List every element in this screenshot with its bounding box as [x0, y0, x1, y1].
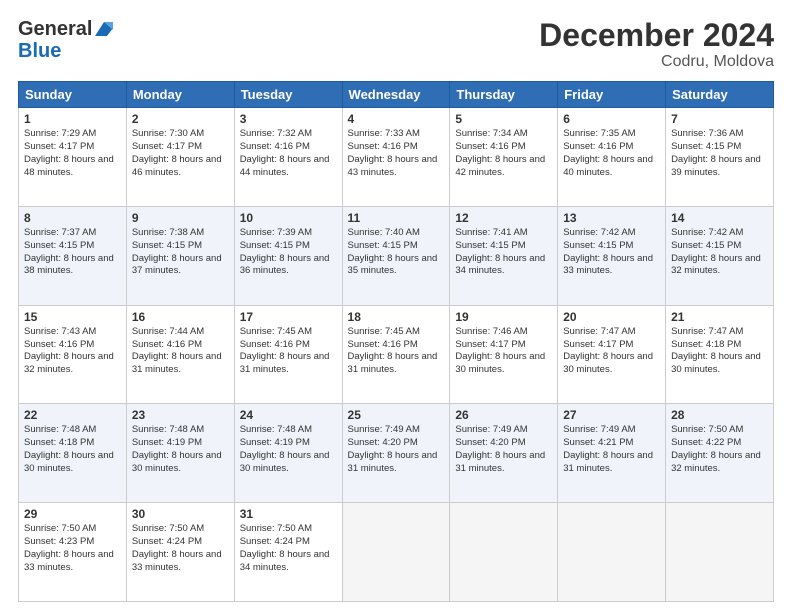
day-1: 1 Sunrise: 7:29 AMSunset: 4:17 PMDayligh…	[19, 108, 127, 207]
empty-cell-4	[666, 503, 774, 602]
logo-icon	[93, 20, 115, 38]
page-subtitle: Codru, Moldova	[539, 53, 774, 71]
day-21: 21 Sunrise: 7:47 AMSunset: 4:18 PMDaylig…	[666, 305, 774, 404]
header-saturday: Saturday	[666, 82, 774, 108]
day-8: 8 Sunrise: 7:37 AMSunset: 4:15 PMDayligh…	[19, 206, 127, 305]
day-9: 9 Sunrise: 7:38 AMSunset: 4:15 PMDayligh…	[126, 206, 234, 305]
day-5: 5 Sunrise: 7:34 AMSunset: 4:16 PMDayligh…	[450, 108, 558, 207]
calendar-week-5: 29 Sunrise: 7:50 AMSunset: 4:23 PMDaylig…	[19, 503, 774, 602]
logo-text: General	[18, 18, 115, 40]
logo: General Blue	[18, 18, 115, 62]
header: General Blue December 2024 Codru, Moldov…	[18, 18, 774, 71]
calendar-header-row: Sunday Monday Tuesday Wednesday Thursday…	[19, 82, 774, 108]
day-25: 25 Sunrise: 7:49 AMSunset: 4:20 PMDaylig…	[342, 404, 450, 503]
logo-blue-text: Blue	[18, 40, 61, 62]
calendar-week-2: 8 Sunrise: 7:37 AMSunset: 4:15 PMDayligh…	[19, 206, 774, 305]
day-28: 28 Sunrise: 7:50 AMSunset: 4:22 PMDaylig…	[666, 404, 774, 503]
day-18: 18 Sunrise: 7:45 AMSunset: 4:16 PMDaylig…	[342, 305, 450, 404]
day-20: 20 Sunrise: 7:47 AMSunset: 4:17 PMDaylig…	[558, 305, 666, 404]
calendar-table: Sunday Monday Tuesday Wednesday Thursday…	[18, 81, 774, 602]
calendar-week-4: 22 Sunrise: 7:48 AMSunset: 4:18 PMDaylig…	[19, 404, 774, 503]
header-sunday: Sunday	[19, 82, 127, 108]
day-30: 30 Sunrise: 7:50 AMSunset: 4:24 PMDaylig…	[126, 503, 234, 602]
day-6: 6 Sunrise: 7:35 AMSunset: 4:16 PMDayligh…	[558, 108, 666, 207]
day-19: 19 Sunrise: 7:46 AMSunset: 4:17 PMDaylig…	[450, 305, 558, 404]
day-26: 26 Sunrise: 7:49 AMSunset: 4:20 PMDaylig…	[450, 404, 558, 503]
day-10: 10 Sunrise: 7:39 AMSunset: 4:15 PMDaylig…	[234, 206, 342, 305]
day-13: 13 Sunrise: 7:42 AMSunset: 4:15 PMDaylig…	[558, 206, 666, 305]
empty-cell-2	[450, 503, 558, 602]
day-31: 31 Sunrise: 7:50 AMSunset: 4:24 PMDaylig…	[234, 503, 342, 602]
day-22: 22 Sunrise: 7:48 AMSunset: 4:18 PMDaylig…	[19, 404, 127, 503]
calendar-week-1: 1 Sunrise: 7:29 AMSunset: 4:17 PMDayligh…	[19, 108, 774, 207]
day-7: 7 Sunrise: 7:36 AMSunset: 4:15 PMDayligh…	[666, 108, 774, 207]
header-wednesday: Wednesday	[342, 82, 450, 108]
day-29: 29 Sunrise: 7:50 AMSunset: 4:23 PMDaylig…	[19, 503, 127, 602]
day-16: 16 Sunrise: 7:44 AMSunset: 4:16 PMDaylig…	[126, 305, 234, 404]
header-tuesday: Tuesday	[234, 82, 342, 108]
header-friday: Friday	[558, 82, 666, 108]
day-15: 15 Sunrise: 7:43 AMSunset: 4:16 PMDaylig…	[19, 305, 127, 404]
header-monday: Monday	[126, 82, 234, 108]
header-thursday: Thursday	[450, 82, 558, 108]
day-27: 27 Sunrise: 7:49 AMSunset: 4:21 PMDaylig…	[558, 404, 666, 503]
page: General Blue December 2024 Codru, Moldov…	[0, 0, 792, 612]
day-17: 17 Sunrise: 7:45 AMSunset: 4:16 PMDaylig…	[234, 305, 342, 404]
logo-general: General	[18, 18, 92, 40]
day-12: 12 Sunrise: 7:41 AMSunset: 4:15 PMDaylig…	[450, 206, 558, 305]
day-14: 14 Sunrise: 7:42 AMSunset: 4:15 PMDaylig…	[666, 206, 774, 305]
page-title: December 2024	[539, 18, 774, 53]
logo-blue: Blue	[18, 40, 61, 62]
title-block: December 2024 Codru, Moldova	[539, 18, 774, 71]
day-11: 11 Sunrise: 7:40 AMSunset: 4:15 PMDaylig…	[342, 206, 450, 305]
day-24: 24 Sunrise: 7:48 AMSunset: 4:19 PMDaylig…	[234, 404, 342, 503]
day-2: 2 Sunrise: 7:30 AMSunset: 4:17 PMDayligh…	[126, 108, 234, 207]
day-23: 23 Sunrise: 7:48 AMSunset: 4:19 PMDaylig…	[126, 404, 234, 503]
empty-cell-1	[342, 503, 450, 602]
day-3: 3 Sunrise: 7:32 AMSunset: 4:16 PMDayligh…	[234, 108, 342, 207]
day-4: 4 Sunrise: 7:33 AMSunset: 4:16 PMDayligh…	[342, 108, 450, 207]
empty-cell-3	[558, 503, 666, 602]
calendar-week-3: 15 Sunrise: 7:43 AMSunset: 4:16 PMDaylig…	[19, 305, 774, 404]
